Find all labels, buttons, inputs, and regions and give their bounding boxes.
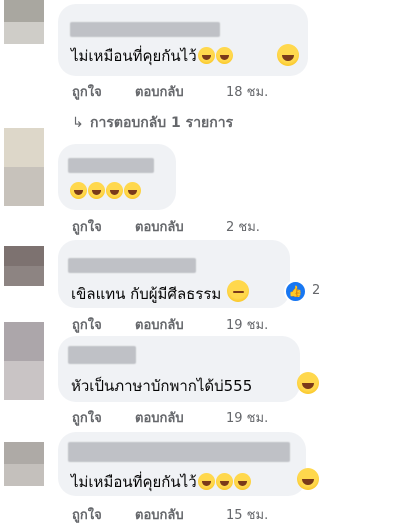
laughing-emoji-icon [297, 372, 319, 394]
laughing-emoji-icon [124, 182, 141, 199]
rofl-emoji-icon [197, 473, 215, 490]
reply-arrow-icon: ↳ [72, 115, 84, 131]
like-button[interactable]: ถูกใจ [72, 314, 102, 335]
commenter-name-redacted[interactable] [70, 22, 220, 37]
rofl-emoji-icon [215, 47, 233, 64]
rofl-emoji-icon [215, 473, 233, 490]
comment-bubble: ไม่เหมือนที่คุยกันไว้ [58, 4, 308, 76]
laughing-emoji-icon [297, 468, 319, 490]
commenter-name-redacted[interactable] [68, 158, 154, 173]
avatar[interactable] [4, 246, 44, 286]
comment-bubble [58, 144, 176, 210]
comment-text: ไม่เหมือนที่คุยกันไว้ [71, 44, 233, 68]
laughing-emoji-icon [277, 44, 299, 66]
avatar[interactable] [4, 128, 44, 206]
reaction-count[interactable]: 2 [312, 283, 320, 298]
comment-text [69, 182, 141, 200]
like-button[interactable]: ถูกใจ [72, 216, 102, 237]
laughing-emoji-icon [106, 182, 123, 199]
avatar[interactable] [4, 442, 44, 486]
reply-button[interactable]: ตอบกลับ [135, 504, 184, 525]
commenter-name-redacted[interactable] [68, 346, 136, 364]
laughing-emoji-icon [88, 182, 105, 199]
avatar[interactable] [4, 322, 44, 400]
avatar[interactable] [4, 0, 44, 44]
view-replies-link[interactable]: ↳ การตอบกลับ 1 รายการ [72, 112, 233, 134]
laughing-emoji-icon [70, 182, 87, 199]
timestamp[interactable]: 15 ชม. [226, 504, 268, 525]
timestamp[interactable]: 19 ชม. [226, 314, 268, 335]
rofl-emoji-icon [197, 47, 215, 64]
reply-button[interactable]: ตอบกลับ [135, 314, 184, 335]
comment-text: หัวเป็นภาษาบักพากได้บ่555 [71, 377, 253, 395]
rofl-emoji-icon [233, 473, 251, 490]
reply-button[interactable]: ตอบกลับ [135, 81, 184, 102]
like-button[interactable]: ถูกใจ [72, 504, 102, 525]
comment-bubble: เขิลแทน กับผู้มีศีลธรรม [58, 240, 290, 308]
reply-button[interactable]: ตอบกลับ [135, 216, 184, 237]
like-reaction-icon[interactable]: 👍 [284, 280, 307, 303]
reply-button[interactable]: ตอบกลับ [135, 407, 184, 428]
commenter-name-redacted[interactable] [68, 258, 196, 273]
timestamp[interactable]: 2 ชม. [226, 216, 260, 237]
comment-text: เขิลแทน กับผู้มีศีลธรรม [71, 280, 250, 306]
timestamp[interactable]: 18 ชม. [226, 81, 268, 102]
commenter-name-redacted[interactable] [68, 442, 290, 462]
comment-text: ไม่เหมือนที่คุยกันไว้ [71, 470, 251, 494]
like-button[interactable]: ถูกใจ [72, 81, 102, 102]
like-button[interactable]: ถูกใจ [72, 407, 102, 428]
comment-bubble: หัวเป็นภาษาบักพากได้บ่555 [58, 336, 300, 402]
thinking-emoji-icon [227, 280, 250, 302]
timestamp[interactable]: 19 ชม. [226, 407, 268, 428]
comment-bubble: ไม่เหมือนที่คุยกันไว้ [58, 432, 306, 496]
